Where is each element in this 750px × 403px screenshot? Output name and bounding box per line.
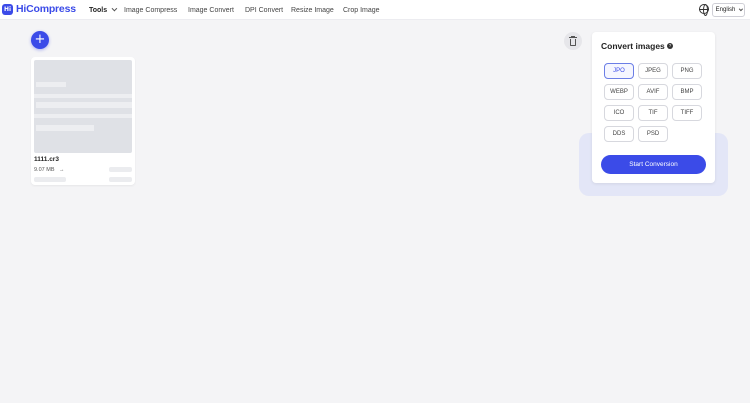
nav-tools-menu[interactable]: Tools (89, 5, 118, 14)
language-select[interactable]: English (712, 3, 745, 17)
panel-title: Convert images (601, 41, 665, 51)
format-option-png[interactable]: PNG (672, 63, 702, 79)
add-file-button[interactable]: + (31, 31, 49, 49)
output-size-placeholder (109, 167, 132, 172)
nav-crop-image[interactable]: Crop Image (343, 7, 380, 14)
top-navigation-bar: Hi HiCompress Tools Image Compress Image… (0, 0, 750, 20)
file-name: 1111.cr3 (34, 156, 59, 163)
file-thumbnail-placeholder (34, 60, 132, 153)
file-size: 9.07 MB (34, 167, 55, 173)
start-conversion-button[interactable]: Start Conversion (601, 155, 706, 174)
nav-tools-label: Tools (89, 6, 108, 14)
format-option-avif[interactable]: AVIF (638, 84, 668, 100)
globe-icon[interactable] (699, 4, 709, 16)
nav-dpi-convert[interactable]: DPI Convert (245, 7, 283, 14)
nav-image-compress[interactable]: Image Compress (124, 7, 177, 14)
arrow-right-icon: → (59, 167, 65, 173)
format-option-psd[interactable]: PSD (638, 126, 668, 142)
brand-name: HiCompress (16, 3, 76, 15)
chevron-down-icon (111, 5, 118, 12)
format-option-webp[interactable]: WEBP (604, 84, 634, 100)
status-placeholder (34, 177, 66, 182)
help-icon[interactable]: ? (667, 43, 673, 49)
format-option-bmp[interactable]: BMP (672, 84, 702, 100)
nav-resize-image[interactable]: Resize Image (291, 7, 334, 14)
format-option-jpo[interactable]: JPO (604, 63, 634, 79)
action-placeholder (109, 177, 132, 182)
logo-badge: Hi (2, 3, 13, 15)
plus-icon: + (34, 32, 46, 47)
nav-image-convert[interactable]: Image Convert (188, 7, 234, 14)
format-option-tif[interactable]: TIF (638, 105, 668, 121)
format-option-dds[interactable]: DDS (604, 126, 634, 142)
convert-panel: Convert images ? JPO JPEG PNG WEBP AVIF … (592, 32, 715, 183)
chevron-down-icon (739, 6, 744, 11)
language-label: English (715, 7, 736, 13)
delete-all-button[interactable] (564, 32, 582, 50)
format-option-ico[interactable]: ICO (604, 105, 634, 121)
format-option-jpeg[interactable]: JPEG (638, 63, 668, 79)
format-option-tiff[interactable]: TIFF (672, 105, 702, 121)
file-card[interactable]: 1111.cr3 9.07 MB → (31, 57, 135, 185)
logo[interactable]: Hi HiCompress (2, 3, 76, 15)
